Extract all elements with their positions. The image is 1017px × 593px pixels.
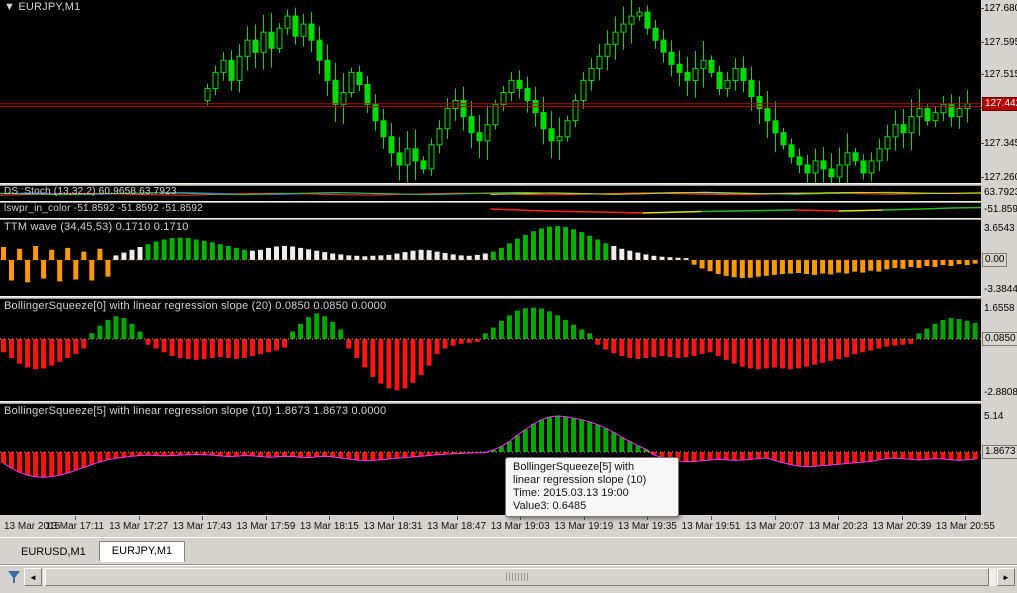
price-axis-label: 127.515 (984, 69, 1017, 81)
time-tick (901, 516, 903, 520)
bs0-axis-bottom: -2.8808 (984, 387, 1017, 398)
bollinger-squeeze-5-label: BollingerSqueeze[5] with linear regressi… (4, 405, 387, 417)
time-axis-label: 13 Mar 19:51 (681, 521, 741, 532)
axis-tick (981, 176, 984, 178)
stoch-label: DS :Stoch (13,32,2) 60.9658 63.7923 (4, 186, 177, 197)
time-axis-label: 13 Mar 17:59 (236, 521, 296, 532)
statusbar-divider (0, 564, 1017, 566)
scrollbar-track[interactable] (43, 568, 996, 586)
time-tick (965, 516, 967, 520)
time-tick (456, 516, 458, 520)
time-tick (393, 516, 394, 520)
axis-tick (981, 74, 984, 76)
indicator-tooltip: BollingerSqueeze[5] with linear regressi… (505, 457, 679, 517)
time-axis-label: 13 Mar 20:55 (935, 521, 995, 532)
chart-dropdown-icon[interactable]: ▼ (4, 1, 15, 13)
tooltip-indicator-name2: linear regression slope (10) (513, 474, 647, 486)
scroll-left-button[interactable]: ◄ (24, 568, 42, 586)
bollinger-squeeze-0-panel[interactable]: BollingerSqueeze[0] with linear regressi… (0, 299, 981, 401)
scroll-right-button[interactable]: ► (997, 568, 1015, 586)
time-tick (265, 516, 267, 520)
time-axis-label: 13 Mar 18:47 (427, 521, 487, 532)
price-axis-label: 127.345 (984, 137, 1017, 149)
bs0-current-value-box: 0.0850 (982, 332, 1017, 346)
bollinger-squeeze-5-histogram (0, 415, 981, 478)
axis-tick (981, 8, 984, 10)
mt4-window: ▼ EURJPY,M1 DS :Stoch (13,32,2) 60.9658 … (0, 0, 1017, 593)
lswpr-label: lswpr_in_color -51.8592 -51.8592 -51.859… (4, 203, 203, 214)
tab-eurjpy-m1[interactable]: EURJPY,M1 (98, 541, 186, 562)
time-axis: 13 Mar 2015 13 Mar 17:11 13 Mar 17:27 13 Ma… (0, 515, 1017, 537)
price-axis-label: 127.260 (984, 171, 1017, 183)
time-tick (75, 516, 76, 520)
ttm-wave-panel[interactable]: TTM wave (34,45,53) 0.1710 0.1710 (0, 220, 981, 296)
funnel-stem (13, 578, 15, 583)
bollinger-squeeze-5-panel[interactable]: BollingerSqueeze[5] with linear regressi… (0, 404, 981, 515)
time-tick (838, 516, 840, 520)
time-tick (138, 516, 140, 520)
price-axis: 127.680127.595127.515127.435127.345127.2… (981, 0, 1017, 515)
right-arrow-icon: ► (1002, 572, 1010, 582)
bs0-axis-top: 1.6558 (984, 303, 1015, 314)
lswpr-axis-value: -51.8592 (984, 204, 1017, 215)
bs5-axis-top: 5.14 (984, 411, 1004, 422)
time-tick (711, 516, 712, 520)
chart-tab-bar: EURUSD,M1 EURJPY,M1 (0, 537, 1017, 563)
tooltip-value: Value3: 0.6485 (513, 500, 587, 512)
time-tick (329, 516, 331, 520)
panel-splitter[interactable] (0, 401, 981, 404)
stoch-axis-value: 63.7923 (984, 187, 1017, 198)
current-price-box: 127.442 (982, 96, 1017, 111)
panel-splitter[interactable] (0, 296, 981, 299)
scrollbar-thumb[interactable] (45, 568, 989, 586)
ttm-axis-bottom: -3.3844 (984, 284, 1017, 295)
symbol-text: EURJPY,M1 (18, 1, 81, 13)
chart-symbol-label: ▼ EURJPY,M1 (4, 1, 80, 13)
time-tick (202, 516, 204, 520)
time-axis-label: 13 Mar 18:31 (363, 521, 423, 532)
stoch-panel[interactable]: DS :Stoch (13,32,2) 60.9658 63.7923 (0, 186, 981, 201)
time-axis-label: 13 Mar 20:07 (745, 521, 805, 532)
axis-tick (981, 142, 984, 144)
time-axis-label: 13 Mar 19:03 (490, 521, 550, 532)
left-arrow-icon: ◄ (29, 572, 37, 582)
panel-splitter[interactable] (0, 218, 981, 220)
tooltip-time: Time: 2015.03.13 19:00 (513, 487, 629, 499)
tooltip-indicator-name: BollingerSqueeze[5] with (513, 461, 635, 473)
bs5-current-value-box: 1.8673 (982, 445, 1017, 459)
bollinger-squeeze-0-label: BollingerSqueeze[0] with linear regressi… (4, 300, 387, 312)
ttm-axis-zero-box: 0.00 (982, 253, 1008, 267)
time-axis-label: 13 Mar 20:23 (808, 521, 868, 532)
bollinger-squeeze-0-histogram (0, 307, 981, 391)
time-axis-label: 13 Mar 18:15 (299, 521, 359, 532)
scrollbar-grip-icon (506, 573, 528, 581)
connection-status-icon (7, 570, 21, 584)
time-axis-label: 13 Mar 19:19 (554, 521, 614, 532)
candlestick-chart (0, 0, 981, 183)
time-axis-label: 13 Mar 19:35 (617, 521, 677, 532)
time-tick (774, 516, 776, 520)
time-axis-label: 13 Mar 17:43 (172, 521, 232, 532)
axis-tick (981, 42, 984, 44)
ttm-axis-top: 3.6543 (984, 223, 1015, 234)
time-axis-label: 13 Mar 20:39 (872, 521, 932, 532)
price-axis-label: 127.595 (984, 37, 1017, 49)
time-axis-label: 13 Mar 17:27 (109, 521, 169, 532)
price-axis-label: 127.680 (984, 3, 1017, 15)
ttm-wave-label: TTM wave (34,45,53) 0.1710 0.1710 (4, 221, 189, 233)
main-chart-panel[interactable]: ▼ EURJPY,M1 (0, 0, 981, 183)
lswpr-panel[interactable]: lswpr_in_color -51.8592 -51.8592 -51.859… (0, 203, 981, 218)
tab-eurusd-m1[interactable]: EURUSD,M1 (8, 542, 99, 562)
time-axis-label: 13 Mar 17:11 (45, 521, 105, 532)
